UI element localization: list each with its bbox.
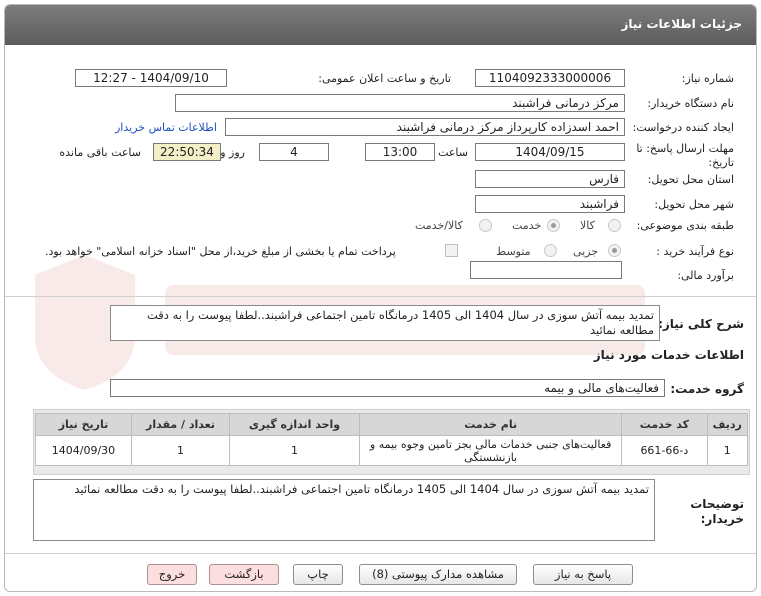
announce-field: 1404/09/10 - 12:27 bbox=[75, 69, 227, 87]
page-title: جزئیات اطلاعات نیاز bbox=[621, 17, 742, 31]
treasury-payment-note: پرداخت تمام یا بخشی از مبلغ خرید،از محل … bbox=[45, 245, 396, 258]
deadline-label-2: تاریخ: bbox=[708, 156, 734, 169]
days-field: 4 bbox=[259, 143, 329, 161]
budget-field[interactable] bbox=[470, 261, 622, 279]
creator-label: ایجاد کننده درخواست: bbox=[632, 121, 734, 134]
cell-quantity: 1 bbox=[130, 435, 231, 466]
deadline-time-field: 13:00 bbox=[365, 143, 435, 161]
back-button[interactable]: بازگشت bbox=[209, 564, 279, 585]
announce-label: تاریخ و ساعت اعلان عمومی: bbox=[318, 72, 451, 85]
budget-label: برآورد مالی: bbox=[677, 269, 734, 282]
process-option-medium: متوسط bbox=[496, 245, 531, 258]
divider-bottom bbox=[5, 553, 756, 554]
need-number-label: شماره نیاز: bbox=[681, 72, 734, 85]
category-radio-goods[interactable] bbox=[608, 219, 621, 232]
category-label: طبقه بندی موضوعی: bbox=[636, 219, 734, 232]
category-option-service: خدمت bbox=[512, 219, 542, 232]
cell-service-code: د-66-661 bbox=[621, 435, 708, 466]
days-label: روز و bbox=[220, 146, 245, 159]
title-bar: جزئیات اطلاعات نیاز bbox=[5, 5, 756, 45]
print-button[interactable]: چاپ bbox=[293, 564, 343, 585]
remaining-time-field: 22:50:34 bbox=[153, 143, 221, 161]
deadline-date-field: 1404/09/15 bbox=[475, 143, 625, 161]
summary-textarea[interactable]: تمدید بیمه آتش سوزی در سال 1404 الی 1405… bbox=[110, 305, 660, 341]
buyer-notes-label: توضیحات bbox=[690, 497, 744, 511]
creator-field: احمد اسدزاده کارپرداز مرکز درمانی فراشبن… bbox=[225, 118, 625, 136]
exit-button[interactable]: خروج bbox=[147, 564, 197, 585]
buyer-notes-textarea[interactable]: تمدید بیمه آتش سوزی در سال 1404 الی 1405… bbox=[33, 479, 655, 541]
service-group-label: گروه خدمت: bbox=[670, 382, 744, 396]
col-unit: واحد اندازه گیری bbox=[228, 413, 361, 436]
process-radio-medium[interactable] bbox=[544, 244, 557, 257]
cell-service-name: فعالیت‌های جنبی خدمات مالی بجز تامین وجو… bbox=[359, 435, 623, 466]
col-service-name: نام خدمت bbox=[359, 413, 623, 436]
buyer-org-label: نام دستگاه خریدار: bbox=[647, 97, 734, 110]
col-row-number: ردیف bbox=[706, 413, 748, 436]
cell-need-date: 1404/09/30 bbox=[35, 435, 132, 466]
summary-label: شرح کلی نیاز: bbox=[658, 317, 744, 331]
province-label: استان محل تحویل: bbox=[647, 173, 734, 186]
cell-row-number: 1 bbox=[706, 435, 748, 466]
province-field: فارس bbox=[475, 170, 625, 188]
need-number-field: 1104092333000006 bbox=[475, 69, 625, 87]
need-details-window: جزئیات اطلاعات نیاز شماره نیاز: 11040923… bbox=[4, 4, 757, 592]
category-radio-service[interactable] bbox=[547, 219, 560, 232]
time-label: ساعت bbox=[438, 146, 468, 159]
deadline-label: مهلت ارسال پاسخ: تا bbox=[636, 142, 734, 155]
remaining-label: ساعت باقی مانده bbox=[59, 146, 141, 159]
table-row: 1 د-66-661 فعالیت‌های جنبی خدمات مالی بج… bbox=[35, 435, 748, 466]
city-field: فراشبند bbox=[475, 195, 625, 213]
process-label: نوع فرآیند خرید : bbox=[656, 245, 734, 258]
buyer-notes-label-2: خریدار: bbox=[700, 512, 744, 526]
category-radio-goods-service[interactable] bbox=[479, 219, 492, 232]
services-table: ردیف کد خدمت نام خدمت واحد اندازه گیری ت… bbox=[35, 413, 748, 466]
col-need-date: تاریخ نیاز bbox=[35, 413, 132, 436]
reply-button[interactable]: پاسخ به نیاز bbox=[533, 564, 633, 585]
table-header-row: ردیف کد خدمت نام خدمت واحد اندازه گیری ت… bbox=[35, 413, 748, 436]
buyer-org-field: مرکز درمانی فراشبند bbox=[175, 94, 625, 112]
treasury-payment-checkbox[interactable] bbox=[445, 244, 458, 257]
category-option-goods-service: کالا/خدمت bbox=[415, 219, 463, 232]
view-attachments-button[interactable]: مشاهده مدارک پیوستی (8) bbox=[359, 564, 517, 585]
col-service-code: کد خدمت bbox=[621, 413, 708, 436]
category-option-goods: کالا bbox=[580, 219, 595, 232]
process-option-minor: جزیی bbox=[573, 245, 599, 258]
divider bbox=[5, 296, 756, 297]
col-quantity: تعداد / مقدار bbox=[130, 413, 231, 436]
services-section-title: اطلاعات خدمات مورد نیاز bbox=[593, 348, 744, 362]
city-label: شهر محل تحویل: bbox=[654, 198, 734, 211]
buyer-contact-link[interactable]: اطلاعات تماس خریدار bbox=[115, 121, 217, 134]
service-group-field: فعالیت‌های مالی و بیمه bbox=[110, 379, 665, 397]
process-radio-minor[interactable] bbox=[608, 244, 621, 257]
cell-unit: 1 bbox=[228, 435, 361, 466]
